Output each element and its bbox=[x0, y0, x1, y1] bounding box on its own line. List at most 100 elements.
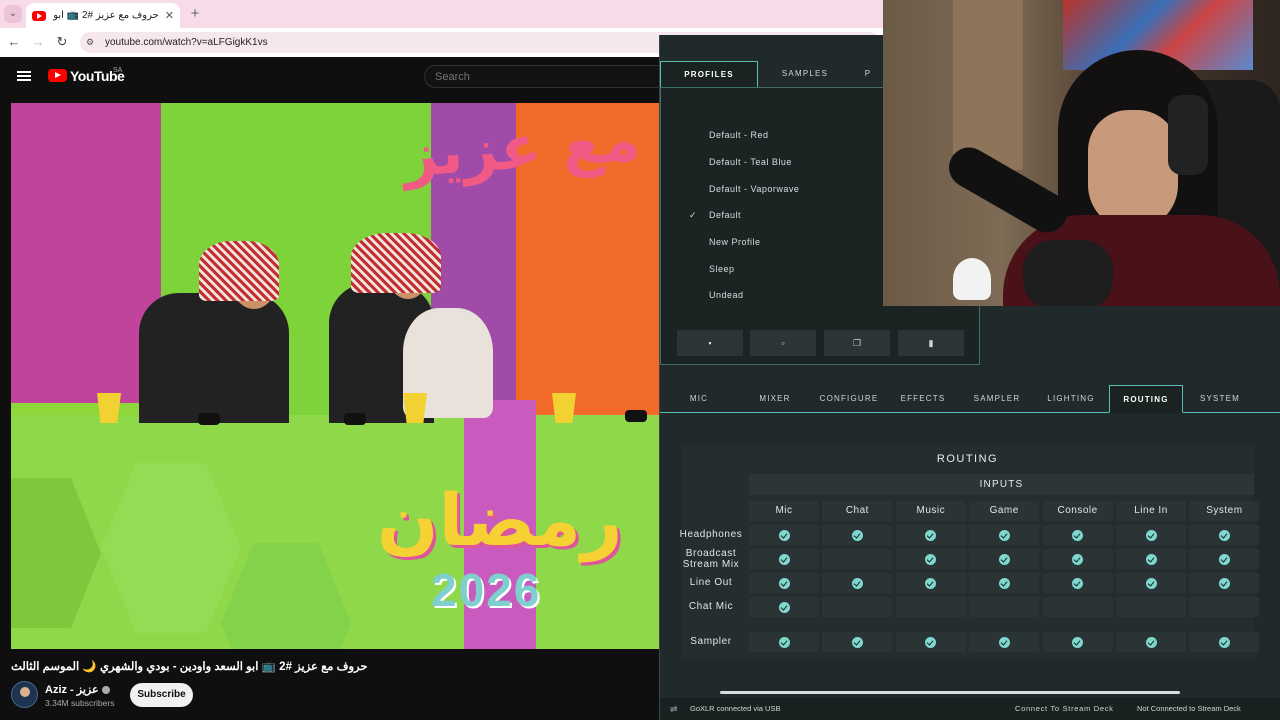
routing-cell[interactable] bbox=[1116, 597, 1186, 617]
profile-item[interactable]: Sleep bbox=[709, 264, 735, 274]
webcam-person-face bbox=[1088, 110, 1178, 230]
copy-profile-button[interactable]: ❐ bbox=[824, 330, 890, 356]
new-tab-button[interactable]: + bbox=[186, 5, 204, 23]
tab-routing[interactable]: ROUTING bbox=[1109, 385, 1183, 413]
routing-cell[interactable] bbox=[749, 525, 819, 545]
check-icon: ✓ bbox=[689, 210, 697, 220]
routing-cell[interactable] bbox=[1116, 525, 1186, 545]
routing-cell[interactable] bbox=[969, 597, 1040, 617]
profile-item-selected[interactable]: Default bbox=[709, 210, 741, 220]
routing-cell[interactable] bbox=[895, 525, 966, 545]
channel-name-text[interactable]: Aziz - عزيز bbox=[45, 684, 99, 696]
new-profile-button[interactable]: ▫ bbox=[750, 330, 816, 356]
routing-cell[interactable] bbox=[895, 597, 966, 617]
hamburger-menu-icon[interactable] bbox=[17, 71, 31, 81]
delete-profile-button[interactable]: ▮ bbox=[898, 330, 964, 356]
routing-cell[interactable] bbox=[1042, 525, 1113, 545]
channel-avatar[interactable] bbox=[11, 681, 38, 708]
tab-samples[interactable]: SAMPLES bbox=[758, 61, 852, 87]
tab-sampler[interactable]: SAMPLER bbox=[960, 385, 1034, 413]
video-player[interactable]: مع عزيز رمضان 2026 bbox=[11, 103, 660, 649]
tab-configure[interactable]: CONFIGURE bbox=[812, 385, 886, 413]
subscribe-button[interactable]: Subscribe bbox=[130, 683, 193, 707]
routing-cell[interactable] bbox=[749, 597, 819, 617]
tab-effects[interactable]: EFFECTS bbox=[886, 385, 960, 413]
routing-cell[interactable] bbox=[822, 632, 893, 652]
horizontal-scrollbar[interactable] bbox=[720, 691, 1180, 694]
check-circle-icon bbox=[1072, 529, 1084, 541]
tab-lighting[interactable]: LIGHTING bbox=[1034, 385, 1108, 413]
search-input[interactable] bbox=[424, 65, 660, 88]
routing-cell[interactable] bbox=[1116, 549, 1186, 569]
webcam-headphones bbox=[1168, 95, 1208, 175]
tab-mic[interactable]: MIC bbox=[662, 385, 736, 413]
check-circle-icon bbox=[1145, 577, 1157, 589]
check-circle-icon bbox=[1218, 636, 1230, 648]
routing-inputs-header: INPUTS bbox=[749, 474, 1254, 495]
tab-system[interactable]: SYSTEM bbox=[1183, 385, 1257, 413]
routing-table: ROUTING INPUTS Mic Chat Music Game Console Li… bbox=[680, 445, 1260, 660]
routing-cell[interactable] bbox=[749, 549, 819, 569]
check-circle-icon bbox=[925, 636, 937, 648]
routing-cell[interactable] bbox=[822, 549, 893, 569]
trash-icon: ▮ bbox=[928, 338, 934, 348]
check-circle-icon bbox=[1145, 636, 1157, 648]
profile-item[interactable]: Default - Vaporwave bbox=[709, 184, 799, 194]
site-settings-icon[interactable]: ⚙ bbox=[86, 36, 98, 48]
routing-cell[interactable] bbox=[895, 632, 966, 652]
routing-cell[interactable] bbox=[895, 549, 966, 569]
routing-column-header: Music bbox=[895, 501, 966, 521]
routing-cell[interactable] bbox=[1189, 525, 1260, 545]
profile-tabs: PROFILES SAMPLES P bbox=[660, 61, 884, 87]
tab-partial[interactable]: P bbox=[852, 61, 884, 87]
routing-cell[interactable] bbox=[1042, 632, 1113, 652]
check-circle-icon bbox=[851, 577, 863, 589]
check-circle-icon bbox=[998, 577, 1010, 589]
routing-cell[interactable] bbox=[1042, 597, 1113, 617]
copy-icon: ❐ bbox=[852, 338, 862, 348]
profile-item[interactable]: Default - Red bbox=[709, 130, 769, 140]
routing-cell[interactable] bbox=[1042, 573, 1113, 593]
profile-item[interactable]: Undead bbox=[709, 290, 744, 300]
youtube-logo-icon[interactable] bbox=[48, 69, 67, 82]
check-circle-icon bbox=[925, 553, 937, 565]
routing-column-header: Game bbox=[969, 501, 1040, 521]
back-button[interactable]: ← bbox=[6, 34, 22, 50]
check-circle-icon bbox=[778, 636, 790, 648]
routing-cell[interactable] bbox=[822, 597, 893, 617]
routing-cell[interactable] bbox=[749, 632, 819, 652]
tab-mixer[interactable]: MIXER bbox=[738, 385, 812, 413]
new-file-icon: ▫ bbox=[781, 338, 785, 348]
routing-cell[interactable] bbox=[1189, 549, 1260, 569]
routing-cell[interactable] bbox=[822, 525, 893, 545]
save-icon: ▪ bbox=[708, 338, 712, 348]
main-tabs: MIC MIXER CONFIGURE EFFECTS SAMPLER LIGH… bbox=[660, 385, 1280, 413]
routing-cell[interactable] bbox=[1116, 573, 1186, 593]
routing-cell[interactable] bbox=[969, 525, 1040, 545]
routing-row-header: Headphones bbox=[679, 529, 743, 540]
tab-title: حروف مع عزيز #2 📺 ابو السعد وا... bbox=[52, 10, 159, 21]
routing-cell[interactable] bbox=[1189, 573, 1260, 593]
routing-cell[interactable] bbox=[1189, 632, 1260, 652]
routing-cell[interactable] bbox=[1042, 549, 1113, 569]
tab-list-button[interactable]: ⌄ bbox=[4, 5, 22, 23]
channel-name[interactable]: Aziz - عزيز bbox=[45, 683, 110, 696]
forward-button[interactable]: → bbox=[30, 34, 46, 50]
routing-cell[interactable] bbox=[749, 573, 819, 593]
reload-button[interactable]: ↻ bbox=[54, 34, 70, 50]
browser-tab[interactable]: حروف مع عزيز #2 📺 ابو السعد وا... ✕ bbox=[26, 3, 180, 28]
profile-item[interactable]: New Profile bbox=[709, 237, 761, 247]
close-tab-icon[interactable]: ✕ bbox=[165, 9, 174, 22]
routing-cell[interactable] bbox=[969, 573, 1040, 593]
check-circle-icon bbox=[925, 577, 937, 589]
routing-cell[interactable] bbox=[822, 573, 893, 593]
routing-cell[interactable] bbox=[969, 549, 1040, 569]
routing-cell[interactable] bbox=[969, 632, 1040, 652]
tab-profiles[interactable]: PROFILES bbox=[660, 61, 758, 87]
connect-stream-deck-button[interactable]: Connect To Stream Deck bbox=[1015, 698, 1114, 720]
profile-item[interactable]: Default - Teal Blue bbox=[709, 157, 792, 167]
routing-cell[interactable] bbox=[1116, 632, 1186, 652]
routing-cell[interactable] bbox=[1189, 597, 1260, 617]
save-profile-button[interactable]: ▪ bbox=[677, 330, 743, 356]
routing-cell[interactable] bbox=[895, 573, 966, 593]
